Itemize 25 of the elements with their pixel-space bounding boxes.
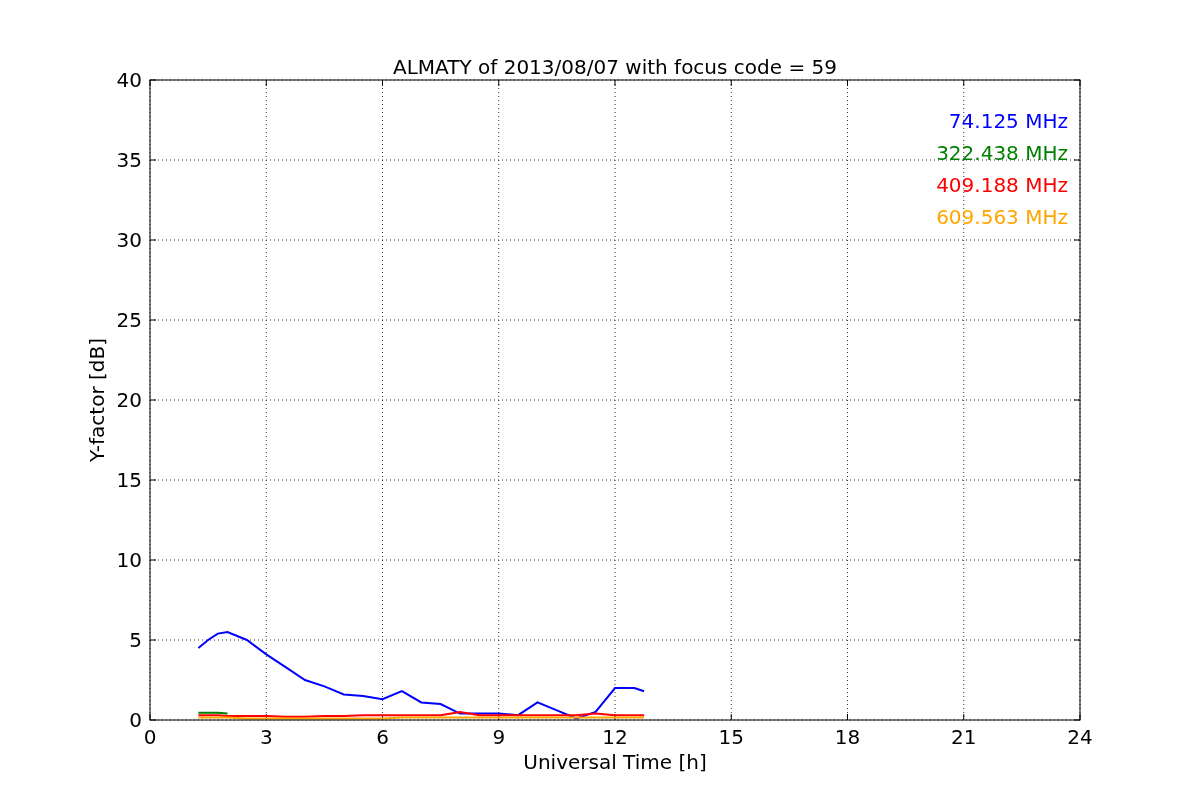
tick-label: 15	[116, 468, 142, 492]
tick-label: 15	[718, 725, 744, 749]
tick-label: 10	[116, 548, 142, 572]
tick-label: 35	[116, 148, 142, 172]
legend-label: 322.438 MHz	[936, 141, 1068, 165]
legend-label: 609.563 MHz	[936, 205, 1068, 229]
tick-label: 0	[129, 708, 142, 732]
tick-label: 9	[492, 725, 506, 749]
tick-label: 5	[129, 628, 142, 652]
tick-label: 3	[259, 725, 273, 749]
y-axis-label: Y-factor [dB]	[85, 338, 109, 462]
tick-label: 40	[116, 68, 142, 92]
legend-label: 409.188 MHz	[936, 173, 1068, 197]
tick-label: 20	[116, 388, 142, 412]
chart-title: ALMATY of 2013/08/07 with focus code = 59	[393, 55, 837, 79]
tick-label: 21	[951, 725, 977, 749]
tick-label: 0	[143, 725, 157, 749]
tick-label: 18	[834, 725, 861, 749]
x-axis-label: Universal Time [h]	[523, 750, 707, 774]
tick-label: 25	[116, 308, 142, 332]
tick-label: 6	[376, 725, 389, 749]
tick-label: 30	[116, 228, 142, 252]
tick-label: 12	[602, 725, 628, 749]
legend-label: 74.125 MHz	[948, 109, 1068, 133]
tick-label: 24	[1067, 725, 1093, 749]
